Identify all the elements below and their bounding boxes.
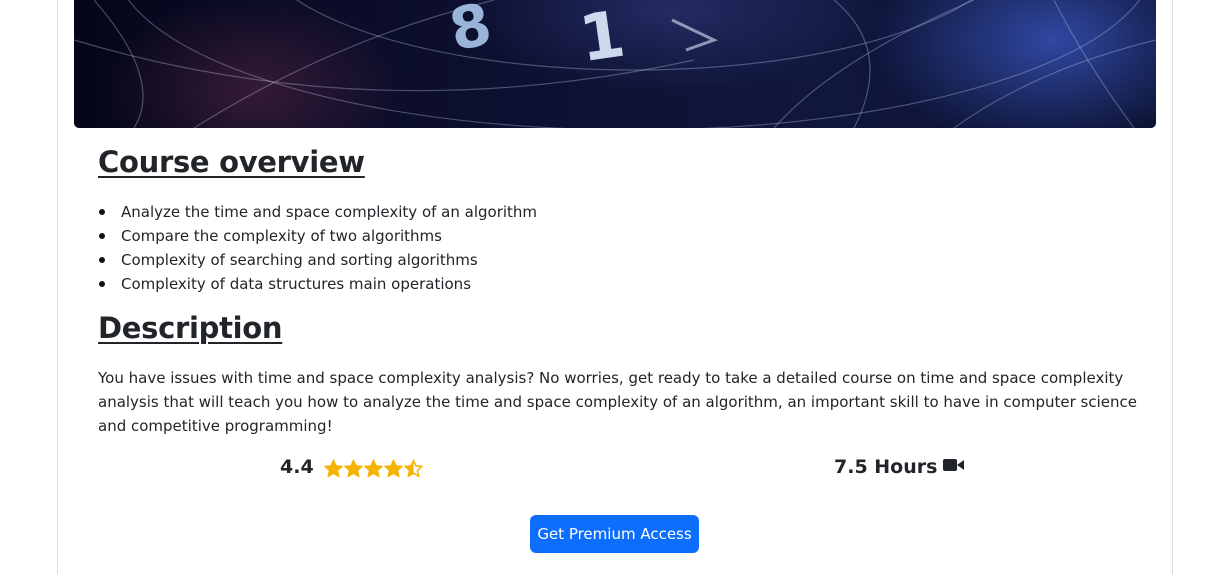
star-icon	[323, 459, 343, 478]
course-hero-image: 8 1	[74, 0, 1156, 128]
star-icon	[403, 459, 423, 478]
course-overview-heading: Course overview	[98, 145, 365, 179]
list-item: Analyze the time and space complexity of…	[98, 200, 537, 224]
star-icon	[383, 459, 403, 478]
course-stats: 4.4 7.5 Hours	[98, 456, 1148, 486]
hero-digit: 1	[575, 0, 629, 77]
duration-stat: 7.5 Hours	[834, 456, 965, 478]
description-heading: Description	[98, 311, 283, 345]
rating-stat: 4.4	[280, 456, 423, 478]
list-item: Complexity of searching and sorting algo…	[98, 248, 537, 272]
get-premium-access-button[interactable]: Get Premium Access	[530, 515, 699, 553]
duration-value: 7.5 Hours	[834, 456, 938, 478]
hero-digit: 8	[444, 0, 498, 64]
list-item: Compare the complexity of two algorithms	[98, 224, 537, 248]
video-camera-icon	[943, 457, 965, 477]
hero-graphic: 8 1	[74, 0, 1156, 128]
list-item: Complexity of data structures main opera…	[98, 272, 537, 296]
course-overview-list: Analyze the time and space complexity of…	[98, 200, 537, 296]
star-icon	[363, 459, 383, 478]
rating-stars	[323, 459, 423, 478]
rating-value: 4.4	[280, 456, 314, 478]
star-icon	[343, 459, 363, 478]
description-text: You have issues with time and space comp…	[98, 369, 1137, 435]
